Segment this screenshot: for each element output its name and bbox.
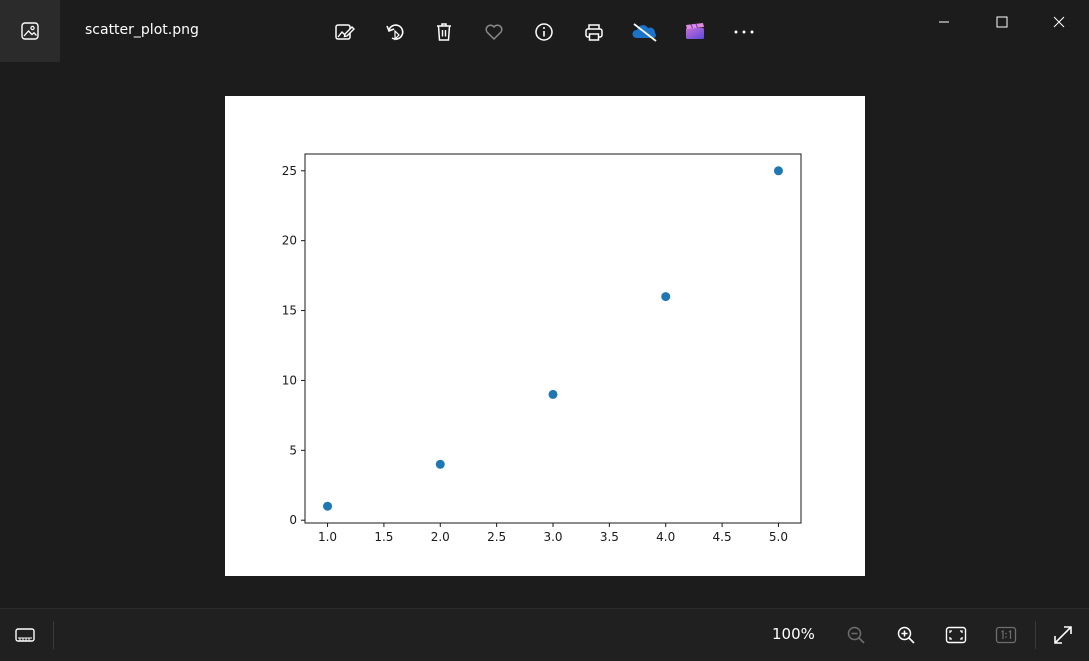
y-tick-label: 25: [282, 164, 297, 178]
divider: [53, 621, 54, 649]
edit-image-icon: [335, 24, 355, 40]
file-name: scatter_plot.png: [85, 22, 199, 38]
info-icon: [535, 23, 553, 41]
favorite-button[interactable]: [480, 18, 508, 46]
data-point: [773, 166, 783, 176]
fit-to-window-button[interactable]: [942, 621, 970, 649]
x-tick-label: 2.0: [431, 530, 450, 544]
more-icon: [734, 30, 754, 34]
close-button[interactable]: [1030, 0, 1088, 44]
photos-app-icon: [21, 22, 39, 40]
delete-button[interactable]: [430, 18, 458, 46]
clipchamp-button[interactable]: [681, 18, 709, 46]
edit-image-button[interactable]: [330, 18, 358, 46]
fit-to-window-icon: [945, 626, 967, 644]
bottom-bar: 100%: [0, 608, 1089, 661]
image-viewer[interactable]: 1.0 1.5 2.0 2.5 3.0 3.5 4.0 4.5 5.0 0 5 10 15 20 25: [0, 62, 1089, 608]
x-tick-label: 1.5: [374, 530, 393, 544]
x-tick-label: 2.5: [487, 530, 506, 544]
fullscreen-button[interactable]: [1049, 621, 1077, 649]
data-point: [661, 292, 671, 302]
y-tick-label: 20: [282, 234, 297, 248]
zoom-out-icon: [847, 626, 865, 644]
maximize-icon: [996, 16, 1008, 28]
filmstrip-button[interactable]: [11, 621, 39, 649]
y-tick-label: 5: [289, 443, 297, 457]
plot-area: [304, 153, 802, 524]
rotate-icon: [386, 24, 404, 41]
zoom-out-button[interactable]: [842, 621, 870, 649]
close-icon: [1053, 16, 1065, 28]
more-button[interactable]: [730, 18, 758, 46]
scatter-chart: 1.0 1.5 2.0 2.5 3.0 3.5 4.0 4.5 5.0 0 5 10 15 20 25: [282, 153, 802, 544]
heart-icon: [485, 24, 503, 41]
x-tick-label: 1.0: [318, 530, 337, 544]
minimize-icon: [939, 21, 949, 23]
minimize-button[interactable]: [915, 0, 973, 44]
x-tick-label: 5.0: [769, 530, 788, 544]
rotate-button[interactable]: [381, 18, 409, 46]
maximize-button[interactable]: [973, 0, 1031, 44]
data-point: [435, 459, 445, 469]
zoom-in-icon: [897, 626, 915, 644]
actual-size-button[interactable]: [992, 621, 1020, 649]
zoom-level[interactable]: 100%: [772, 625, 815, 643]
print-button[interactable]: [580, 18, 608, 46]
print-icon: [585, 24, 603, 41]
trash-icon: [437, 23, 451, 41]
title-bar: scatter_plot.png: [0, 0, 1089, 62]
x-tick-label: 3.5: [600, 530, 619, 544]
actual-size-icon: [995, 626, 1017, 644]
y-tick-label: 10: [282, 373, 297, 387]
onedrive-button[interactable]: [631, 18, 659, 46]
y-tick-label: 0: [289, 513, 297, 527]
clipchamp-icon: [686, 23, 704, 39]
info-button[interactable]: [530, 18, 558, 46]
x-tick-label: 3.0: [543, 530, 562, 544]
data-point: [548, 389, 558, 399]
x-tick-label: 4.5: [713, 530, 732, 544]
filmstrip-icon: [15, 628, 35, 642]
data-point: [323, 501, 333, 511]
app-menu-button[interactable]: [0, 0, 60, 62]
divider: [1035, 621, 1036, 649]
fullscreen-icon: [1054, 626, 1072, 644]
displayed-image: 1.0 1.5 2.0 2.5 3.0 3.5 4.0 4.5 5.0 0 5 10 15 20 25: [225, 96, 865, 576]
onedrive-off-icon: [632, 23, 657, 42]
y-tick-label: 15: [282, 304, 297, 318]
x-tick-label: 4.0: [656, 530, 675, 544]
zoom-in-button[interactable]: [892, 621, 920, 649]
